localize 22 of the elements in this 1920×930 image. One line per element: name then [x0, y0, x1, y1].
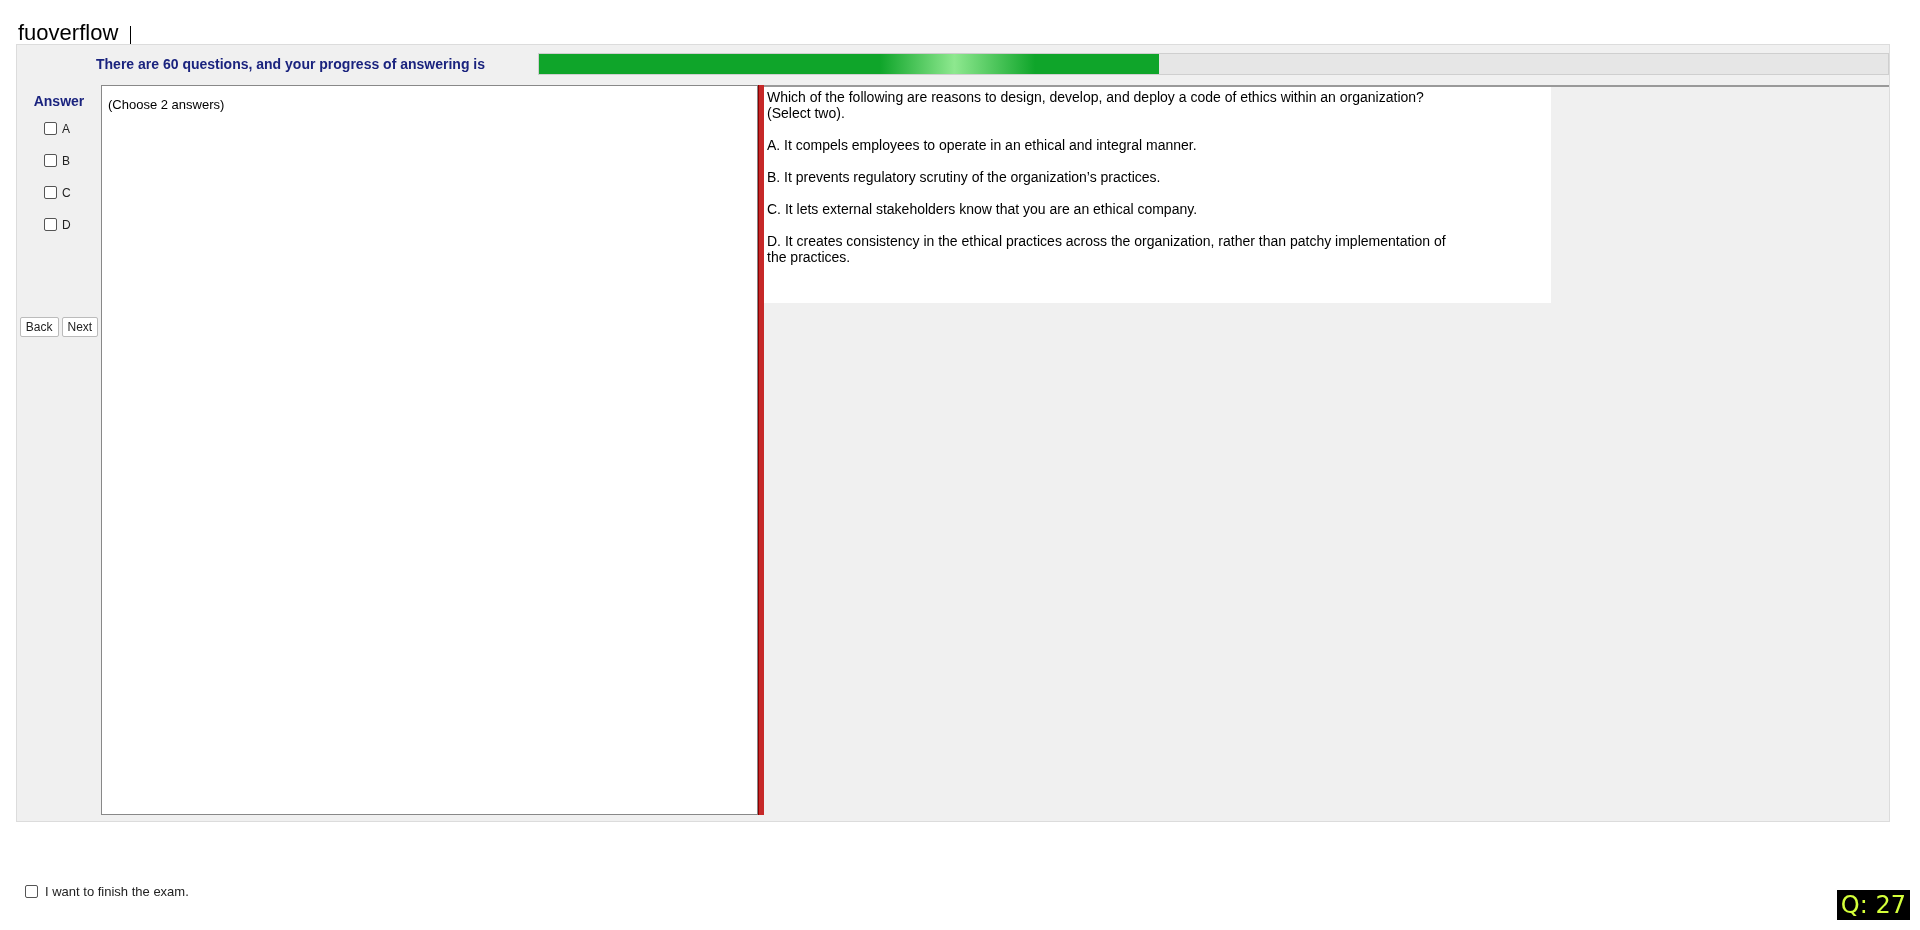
notes-text: (Choose 2 answers) [108, 97, 225, 112]
nav-button[interactable]: Next [61, 317, 99, 337]
question-text: Which of the following are reasons to design, develop, and deploy a code of ethics within an organization? (Select two). [767, 89, 1425, 121]
nav-button[interactable]: Back [19, 317, 59, 337]
answer-checkbox[interactable] [44, 218, 57, 231]
answer-checkbox[interactable] [44, 122, 57, 135]
answer-label: D [62, 216, 71, 234]
answer-label: B [62, 152, 70, 170]
answer-label: C [62, 184, 71, 202]
question-text: D. It creates consistency in the ethical practices across the organization, rather than patchy implementation of the practices. [767, 233, 1447, 265]
question-text: A. It compels employees to operate in an ethical and integral manner. [767, 137, 1198, 153]
finish-checkbox[interactable] [25, 885, 38, 899]
question-text: B. It prevents regulatory scrutiny of the organization’s practices. [767, 169, 1162, 185]
question-counter: Q: 27 [1840, 891, 1906, 919]
answer-checkbox[interactable] [44, 154, 57, 167]
question-text: C. It lets external stakeholders know that you are an ethical company. [767, 201, 1199, 217]
finish-label: I want to finish the exam. [45, 883, 189, 901]
page-title: fuoverflow [18, 22, 119, 44]
progress-label: There are 60 questions, and your progress of answering is [96, 54, 486, 74]
answer-checkbox[interactable] [44, 186, 57, 199]
answer-heading: Answer [33, 92, 85, 111]
answer-label: A [62, 120, 70, 138]
